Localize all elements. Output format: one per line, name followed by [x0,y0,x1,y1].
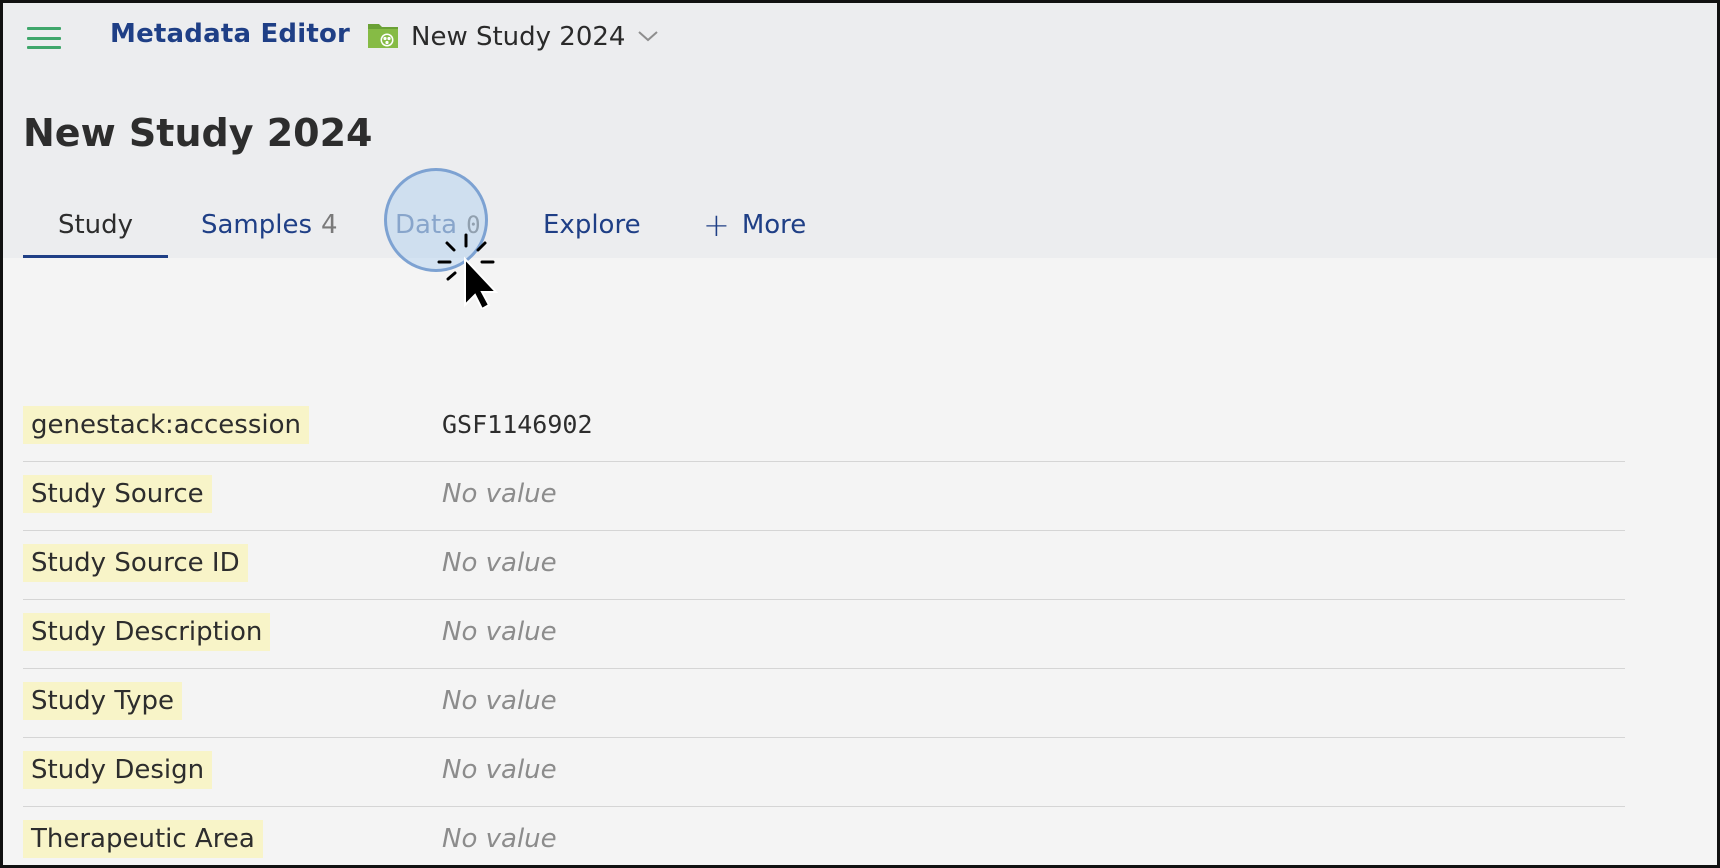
hamburger-icon[interactable] [27,27,61,49]
app-window: Metadata Editor New Study 2024 New Study… [0,0,1720,868]
metadata-row: Study Source ID No value [23,531,1625,600]
metadata-row: Study Description No value [23,600,1625,669]
tab-data[interactable]: Data 0 [395,193,481,256]
field-value[interactable]: No value [442,682,557,720]
metadata-fields: genestack:accession GSF1146902 Study Sou… [23,393,1625,865]
chevron-down-icon[interactable] [637,28,659,47]
page-title: New Study 2024 [23,111,373,155]
field-value[interactable]: GSF1146902 [442,406,593,444]
field-key: Study Source ID [23,544,248,582]
tab-label: Samples [201,209,313,240]
field-value[interactable]: No value [442,751,557,789]
tab-count: 4 [321,209,338,240]
tab-explore[interactable]: Explore [543,193,641,256]
breadcrumb-label: New Study 2024 [411,22,626,52]
plus-icon: + [703,205,730,244]
field-value[interactable]: No value [442,544,557,582]
study-folder-icon [367,20,399,54]
tab-samples[interactable]: Samples 4 [201,193,338,256]
field-key: Therapeutic Area [23,820,263,858]
tab-label: Study [57,209,134,240]
tab-label: More [741,209,807,240]
tab-label: Explore [543,209,641,240]
metadata-row: Study Type No value [23,669,1625,738]
field-key: Study Type [23,682,183,720]
field-key: Study Source [23,475,212,513]
field-key: Study Design [23,751,213,789]
study-breadcrumb-dropdown[interactable]: New Study 2024 [367,17,659,57]
top-bar: Metadata Editor New Study 2024 [3,3,1717,73]
field-key: genestack:accession [23,406,309,444]
tab-label: Data [395,209,458,240]
tab-count: 0 [466,210,481,239]
tab-bar: Study Samples 4 Data 0 Explore + More [23,193,1023,259]
metadata-row: genestack:accession GSF1146902 [23,393,1625,462]
page-header: Metadata Editor New Study 2024 New Study… [3,3,1717,258]
metadata-row: Study Source No value [23,462,1625,531]
tab-more[interactable]: + More [703,193,806,256]
metadata-row: Therapeutic Area No value [23,807,1625,865]
field-key: Study Description [23,613,271,651]
field-value[interactable]: No value [442,820,557,858]
metadata-row: Study Design No value [23,738,1625,807]
app-title[interactable]: Metadata Editor [110,19,350,49]
field-value[interactable]: No value [442,613,557,651]
field-value[interactable]: No value [442,475,557,513]
tab-study[interactable]: Study [23,193,168,258]
